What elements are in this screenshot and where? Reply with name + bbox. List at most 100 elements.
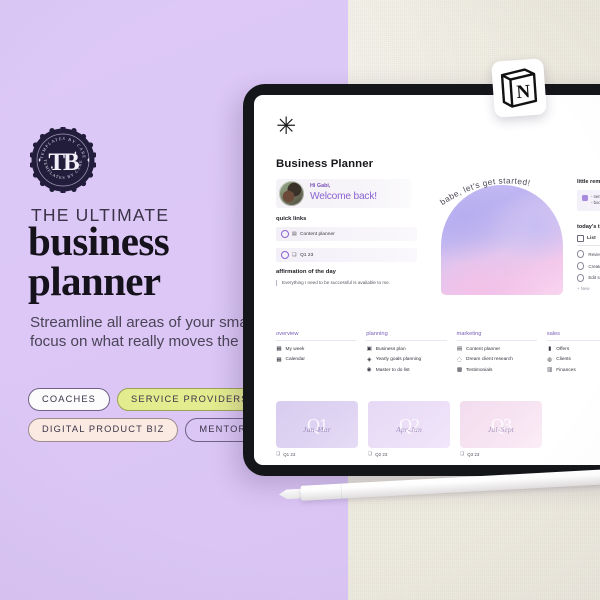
link-master-to-do-list[interactable]: ◉ Master to do list (366, 367, 446, 373)
checkbox-icon[interactable] (577, 250, 585, 258)
column-overview: overview ▦ My week ▦ Calendar (276, 331, 357, 378)
quarter-card-row: Q1 Jan-Mar ❏ Q1 23 Q2 Apr-Jun ❏ Q2 23 Q3… (276, 401, 542, 457)
reminders-heading: little reminders (577, 179, 600, 185)
pill-service-providers[interactable]: SERVICE PROVIDERS (117, 388, 263, 412)
quarter-card-q3[interactable]: Q3 Jul-Sept ❏ Q3 23 (460, 401, 542, 457)
list-view-icon (577, 235, 584, 243)
poster-canvas: TEMPLATES BY CARE TEMPLATES BY CARE TB T… (0, 0, 600, 600)
calendar-icon: ▦ (276, 346, 282, 352)
svg-text:N: N (516, 81, 531, 103)
megaphone-icon: ▤ (456, 346, 463, 352)
reminder-line: - book podcast (591, 200, 600, 206)
quick-link-label: Content planner (300, 231, 335, 237)
sparkle-icon (582, 195, 588, 201)
checkbox-icon[interactable] (577, 274, 585, 282)
reminders-callout[interactable]: - send invoices - book podcast (577, 190, 600, 212)
doc-glyph-icon: ▤ (292, 230, 297, 237)
affirmation-heading: affirmation of the day (276, 269, 336, 275)
gradient-arch-image (441, 185, 563, 295)
briefcase-icon: ▣ (366, 346, 372, 352)
quick-link-q1-23[interactable]: ❏ Q1 23 (276, 248, 417, 262)
quick-link-label: Q1 23 (300, 252, 314, 258)
pencil-tip (279, 488, 304, 499)
svg-text:TB: TB (48, 149, 79, 176)
check-circle-icon: ◉ (366, 367, 372, 373)
brand-seal-icon: TEMPLATES BY CARE TEMPLATES BY CARE TB (30, 127, 96, 193)
checkbox-icon[interactable] (577, 262, 585, 270)
search-icon: ◌ (457, 356, 462, 363)
calendar-icon: ▦ (276, 356, 282, 363)
tablet-screen[interactable]: ✳ Business Planner Hi Gabi, Welcome back… (254, 95, 600, 465)
notion-page-title: Business Planner (276, 158, 374, 170)
chat-icon: ▩ (456, 367, 463, 373)
link-dream-client-research[interactable]: ◌ Dream client research (457, 357, 537, 363)
link-calendar[interactable]: ▦ Calendar (276, 357, 356, 363)
link-label: Finances (556, 367, 576, 373)
link-content-planner[interactable]: ▤ Content planner (457, 346, 537, 352)
new-task-button[interactable]: + New (577, 286, 600, 291)
quarter-meta-label: Q1 23 (283, 452, 296, 457)
asterisk-icon: ✳ (276, 112, 297, 140)
notion-logo-icon: N (491, 58, 547, 118)
quarter-meta-label: Q2 23 (375, 452, 388, 457)
database-icon: ❏ (276, 452, 281, 457)
link-label: Yearly goals planning (375, 357, 422, 362)
welcome-message: Welcome back! (310, 191, 377, 203)
tablet-device: ✳ Business Planner Hi Gabi, Welcome back… (243, 84, 600, 476)
quarter-thumbnail: Q2 Apr-Jun (368, 401, 450, 448)
category-columns: overview ▦ My week ▦ Calendar planning ▣… (276, 331, 600, 378)
quarter-thumbnail: Q3 Jul-Sept (460, 401, 542, 448)
column-heading: overview (276, 331, 357, 341)
affirmation-quote: Everything I need to be successful is av… (276, 280, 422, 286)
database-icon: ❏ (368, 452, 373, 457)
tasks-heading: today's tasks (577, 224, 600, 231)
column-planning: planning ▣ Business plan ◈ Yearly goals … (366, 331, 447, 378)
quarter-thumbnail: Q1 Jan-Mar (276, 401, 358, 448)
link-label: Clients (556, 357, 571, 362)
task-row[interactable]: Edit site copy (577, 274, 600, 282)
quarter-months: Jan-Mar (303, 424, 331, 434)
page-icon (281, 230, 289, 238)
column-sales: sales ▮ Offers ◍ Clients ▥ Finances (546, 331, 600, 378)
pill-coaches[interactable]: COACHES (28, 388, 111, 412)
link-label: Testimonials (466, 367, 493, 373)
link-my-week[interactable]: ▦ My week (276, 346, 356, 352)
column-heading: sales (546, 331, 600, 341)
link-label: Content planner (466, 346, 501, 352)
tab-label: List (587, 236, 596, 242)
task-row[interactable]: Create reels (577, 262, 600, 270)
link-yearly-goals-planning[interactable]: ◈ Yearly goals planning (366, 357, 446, 363)
link-label: Business plan (375, 346, 406, 352)
link-clients[interactable]: ◍ Clients (547, 357, 600, 363)
tab-list-view[interactable]: List (577, 235, 600, 247)
task-label: Create reels (588, 263, 600, 269)
gift-icon: ▮ (548, 346, 552, 352)
person-icon: ◍ (547, 356, 553, 363)
task-row[interactable]: Review analytics (577, 250, 600, 258)
link-label: Master to do list (375, 367, 410, 373)
quarter-meta-label: Q3 23 (467, 452, 480, 457)
greeting-text: Hi Gabi, (310, 183, 331, 190)
page-icon (281, 251, 289, 259)
quarter-months: Apr-Jun (396, 424, 422, 434)
link-offers[interactable]: ▮ Offers (547, 346, 600, 352)
link-business-plan[interactable]: ▣ Business plan (366, 346, 446, 352)
quarter-card-q1[interactable]: Q1 Jan-Mar ❏ Q1 23 (276, 401, 358, 457)
money-icon: ▥ (547, 367, 553, 373)
pill-digital-product-biz[interactable]: DIGITAL PRODUCT BIZ (28, 418, 179, 442)
quarter-months: Jul-Sept (487, 424, 515, 434)
avatar (279, 181, 304, 206)
welcome-banner: Hi Gabi, Welcome back! (276, 179, 411, 208)
notion-page: ✳ Business Planner Hi Gabi, Welcome back… (254, 95, 600, 465)
quarter-card-q2[interactable]: Q2 Apr-Jun ❏ Q2 23 (368, 401, 450, 457)
column-marketing: marketing ▤ Content planner ◌ Dream clie… (456, 331, 537, 378)
link-label: Offers (556, 346, 570, 352)
link-finances[interactable]: ▥ Finances (547, 367, 600, 373)
link-label: Dream client research (466, 357, 513, 362)
link-testimonials[interactable]: ▩ Testimonials (457, 367, 537, 373)
right-rail: little reminders - send invoices - book … (577, 179, 600, 291)
link-label: Calendar (285, 357, 305, 362)
quick-link-content-planner[interactable]: ▤ Content planner (276, 227, 417, 241)
database-glyph-icon: ❏ (292, 251, 297, 258)
task-label: Edit site copy (588, 275, 600, 281)
